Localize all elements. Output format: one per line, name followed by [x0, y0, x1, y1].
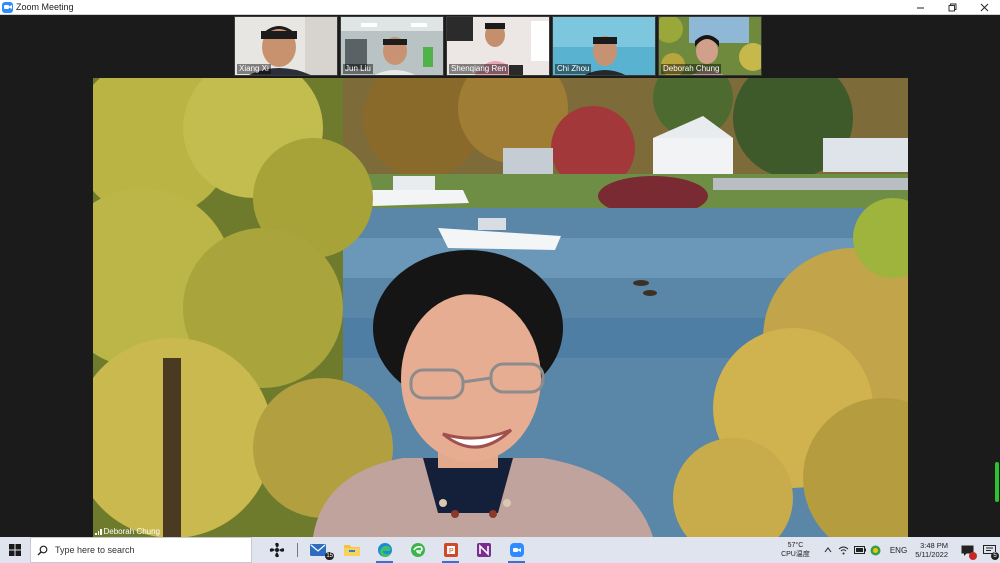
participant-strip: Xiang Xi Jun Liu Shenqiang Ren Chi Zhou …: [234, 16, 762, 76]
svg-text:P: P: [449, 548, 454, 555]
connection-signal-icon: [95, 528, 102, 535]
show-hidden-icons-button[interactable]: [820, 537, 836, 563]
cpu-temperature-widget[interactable]: 57°C CPU温度: [781, 541, 810, 559]
wifi-icon: [839, 546, 849, 554]
taskbar: Type here to search 15 P 57°C CPU温度 ENG …: [0, 537, 1000, 563]
meeting-notification-button[interactable]: [956, 537, 978, 563]
zoom-icon: [509, 543, 524, 557]
meeting-stage: Xiang Xi Jun Liu Shenqiang Ren Chi Zhou …: [0, 15, 1000, 537]
title-bar: Zoom Meeting: [0, 0, 1000, 15]
active-speaker-name: Deborah Chung: [103, 527, 160, 536]
taskbar-file-explorer[interactable]: [335, 537, 368, 563]
close-button[interactable]: [968, 0, 1000, 15]
active-speaker-video[interactable]: Deborah Chung: [93, 78, 908, 537]
taskbar-edge-green[interactable]: [401, 537, 434, 563]
notification-count-badge: 5: [991, 552, 999, 560]
windows-logo-icon: [9, 544, 21, 556]
cpu-temperature-value: 57°C: [787, 542, 804, 549]
participant-name: Shenqiang Ren: [449, 64, 509, 74]
task-view-button[interactable]: [260, 537, 293, 563]
clock-time: 3:48 PM: [920, 541, 948, 550]
edge-icon: [377, 543, 392, 557]
folder-icon: [343, 545, 360, 556]
search-icon: [37, 545, 48, 555]
minimize-button[interactable]: [904, 0, 936, 15]
participant-video-tile[interactable]: Shenqiang Ren: [446, 16, 550, 76]
language-globe-icon: [870, 545, 881, 555]
participant-video-tile[interactable]: Chi Zhou: [552, 16, 656, 76]
restore-button[interactable]: [936, 0, 968, 15]
participant-name: Xiang Xi: [237, 64, 271, 74]
search-placeholder: Type here to search: [55, 545, 135, 555]
clock-date: 5/11/2022: [915, 550, 948, 559]
active-speaker-label: Deborah Chung: [95, 527, 160, 536]
participant-video-tile[interactable]: Jun Liu: [340, 16, 444, 76]
participant-name: Chi Zhou: [555, 64, 592, 74]
taskbar-search-box[interactable]: Type here to search: [30, 537, 252, 563]
window-title: Zoom Meeting: [16, 2, 74, 12]
meeting-badge: [969, 552, 977, 560]
taskbar-onenote[interactable]: [467, 537, 500, 563]
participant-name: Deborah Chung: [661, 64, 722, 74]
mail-unread-badge: 15: [325, 552, 334, 560]
powerpoint-icon: P: [443, 543, 458, 557]
input-language[interactable]: ENG: [890, 546, 907, 555]
edge-green-icon: [410, 543, 425, 557]
action-center-button[interactable]: 5: [978, 537, 1000, 563]
ime-tray-button[interactable]: [868, 537, 884, 563]
network-tray-button[interactable]: [836, 537, 852, 563]
cpu-temperature-label: CPU温度: [781, 551, 810, 558]
side-scroll-indicator[interactable]: [995, 462, 999, 502]
participant-video-tile[interactable]: Xiang Xi: [234, 16, 338, 76]
taskbar-powerpoint[interactable]: P: [434, 537, 467, 563]
onenote-icon: [476, 543, 491, 557]
taskbar-edge-browser[interactable]: [368, 537, 401, 563]
active-speaker-video-feed: [93, 78, 908, 537]
chevron-up-icon: [824, 547, 832, 553]
battery-icon: [853, 546, 866, 554]
taskbar-separator: [297, 543, 298, 557]
start-button[interactable]: [0, 537, 30, 563]
battery-tray-button[interactable]: [852, 537, 868, 563]
taskbar-mail-app[interactable]: 15: [302, 537, 335, 563]
clock-button[interactable]: 3:48 PM 5/11/2022: [915, 541, 948, 559]
taskbar-zoom[interactable]: [500, 537, 533, 563]
fan-icon: [269, 542, 284, 558]
zoom-app-icon: [2, 1, 13, 13]
system-tray: 57°C CPU温度 ENG 3:48 PM 5/11/2022 5: [781, 537, 1000, 563]
participant-video-tile[interactable]: Deborah Chung: [658, 16, 762, 76]
participant-name: Jun Liu: [343, 64, 373, 74]
